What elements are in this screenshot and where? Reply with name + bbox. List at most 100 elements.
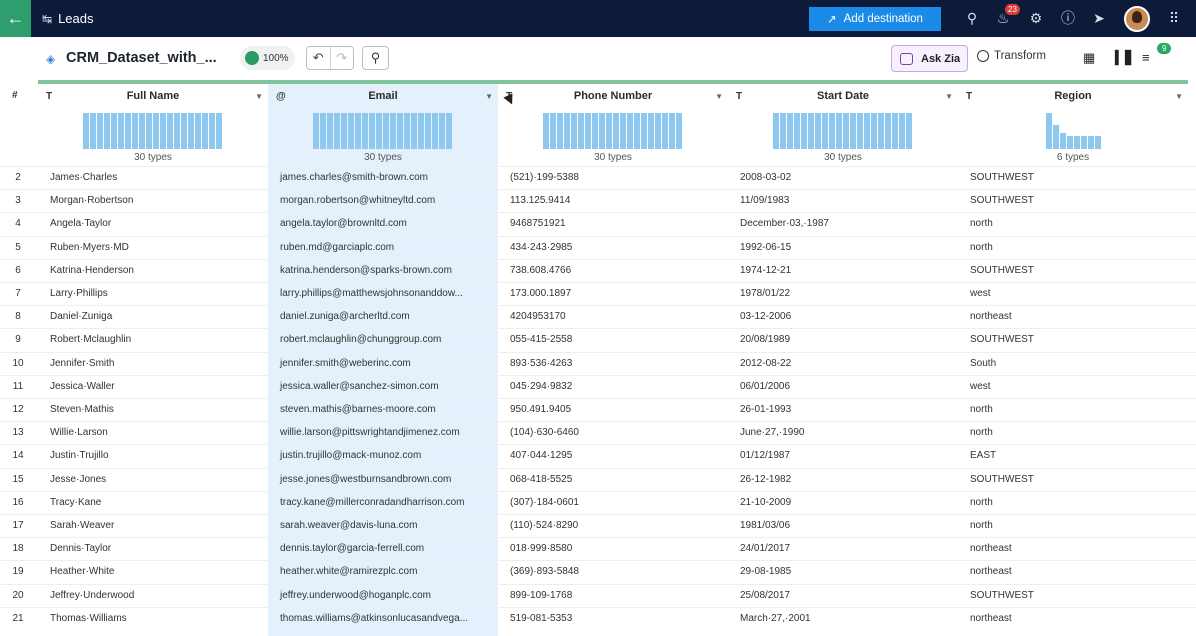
chevron-down-icon[interactable]: ▼	[1175, 92, 1183, 101]
cell-full-name[interactable]: Jessica·Waller	[50, 381, 115, 392]
cell-email[interactable]: robert.mclaughlin@chunggroup.com	[280, 334, 441, 345]
cell-email[interactable]: steven.mathis@barnes-moore.com	[280, 404, 436, 415]
cell-phone-number[interactable]: (104)·630-6460	[510, 427, 579, 438]
transform-button[interactable]: Transform	[977, 50, 1046, 62]
cell-region[interactable]: SOUTHWEST	[970, 195, 1034, 206]
cell-email[interactable]: morgan.robertson@whitneyltd.com	[280, 195, 435, 206]
cell-region[interactable]: northeast	[970, 543, 1012, 554]
cell-region[interactable]: SOUTHWEST	[970, 474, 1034, 485]
cell-region[interactable]: northeast	[970, 613, 1012, 624]
cell-email[interactable]: jesse.jones@westburnsandbrown.com	[280, 474, 451, 485]
cell-region[interactable]: SOUTHWEST	[970, 590, 1034, 601]
cell-full-name[interactable]: Heather·White	[50, 566, 114, 577]
cell-start-date[interactable]: 24/01/2017	[740, 543, 790, 554]
cell-start-date[interactable]: 20/08/1989	[740, 334, 790, 345]
cell-email[interactable]: angela.taylor@brownltd.com	[280, 218, 407, 229]
back-arrow-icon[interactable]: ←	[0, 0, 31, 37]
data-profile-icon[interactable]: ▦	[1083, 50, 1095, 66]
cell-email[interactable]: ruben.md@garciaplc.com	[280, 242, 394, 253]
cell-email[interactable]: jessica.waller@sanchez-simon.com	[280, 381, 439, 392]
cell-phone-number[interactable]: (369)·893-5848	[510, 566, 579, 577]
cell-start-date[interactable]: March·27,·2001	[740, 613, 811, 624]
help-icon[interactable]: ⓘ	[1059, 9, 1077, 27]
cell-start-date[interactable]: 26-12-1982	[740, 474, 791, 485]
avatar[interactable]	[1124, 6, 1150, 32]
cell-region[interactable]: north	[970, 520, 993, 531]
search-data-button[interactable]: ⚲	[362, 46, 389, 70]
cell-full-name[interactable]: Sarah·Weaver	[50, 520, 114, 531]
cell-full-name[interactable]: Daniel·Zuniga	[50, 311, 112, 322]
cell-email[interactable]: dennis.taylor@garcia-ferrell.com	[280, 543, 424, 554]
cell-phone-number[interactable]: 434·243·2985	[510, 242, 572, 253]
data-quality-badge[interactable]: 100%	[240, 46, 295, 70]
dataset-name[interactable]: CRM_Dataset_with_...	[66, 50, 217, 66]
cell-email[interactable]: sarah.weaver@davis-luna.com	[280, 520, 417, 531]
cell-full-name[interactable]: Katrina·Henderson	[50, 265, 134, 276]
redo-icon[interactable]: ↷	[329, 47, 354, 69]
cell-phone-number[interactable]: (307)·184-0601	[510, 497, 579, 508]
cell-start-date[interactable]: 26-01-1993	[740, 404, 791, 415]
cell-phone-number[interactable]: 899-109-1768	[510, 590, 572, 601]
bar-chart-icon[interactable]: ▍▋	[1115, 50, 1135, 66]
cell-region[interactable]: SOUTHWEST	[970, 172, 1034, 183]
cell-phone-number[interactable]: 519-081-5353	[510, 613, 572, 624]
chevron-down-icon[interactable]: ▼	[255, 92, 263, 101]
cell-start-date[interactable]: 1978/01/22	[740, 288, 790, 299]
cell-start-date[interactable]: 21-10-2009	[740, 497, 791, 508]
cell-phone-number[interactable]: 4204953170	[510, 311, 566, 322]
cell-region[interactable]: west	[970, 288, 991, 299]
apps-grid-icon[interactable]: ⠿	[1165, 9, 1183, 27]
add-destination-button[interactable]: ↗ Add destination	[809, 7, 941, 31]
column-histogram[interactable]	[773, 113, 912, 149]
cell-start-date[interactable]: 29-08-1985	[740, 566, 791, 577]
column-header-email[interactable]: @ Email ▼	[268, 86, 498, 106]
cell-region[interactable]: northeast	[970, 311, 1012, 322]
cell-email[interactable]: jeffrey.underwood@hoganplc.com	[280, 590, 431, 601]
ask-zia-button[interactable]: Ask Zia	[891, 45, 968, 72]
cell-full-name[interactable]: Tracy·Kane	[50, 497, 101, 508]
cell-start-date[interactable]: 1981/03/06	[740, 520, 790, 531]
cell-full-name[interactable]: Jeffrey·Underwood	[50, 590, 134, 601]
gear-icon[interactable]: ⚙	[1027, 9, 1045, 27]
cell-email[interactable]: larry.phillips@matthewsjohnsonanddow...	[280, 288, 463, 299]
cell-phone-number[interactable]: (110)·524·8290	[510, 520, 578, 531]
column-header-start-date[interactable]: T Start Date ▼	[728, 86, 958, 106]
chevron-down-icon[interactable]: ▼	[715, 92, 723, 101]
column-header-phone-number[interactable]: T Phone Number ▼	[498, 86, 728, 106]
data-type-icon[interactable]: T	[966, 91, 972, 102]
data-type-icon[interactable]: T	[46, 91, 52, 102]
cell-region[interactable]: South	[970, 358, 996, 369]
chevron-down-icon[interactable]: ▼	[945, 92, 953, 101]
cell-phone-number[interactable]: 950.491.9405	[510, 404, 571, 415]
cell-region[interactable]: SOUTHWEST	[970, 265, 1034, 276]
cell-start-date[interactable]: 11/09/1983	[740, 195, 789, 206]
cell-full-name[interactable]: Larry·Phillips	[50, 288, 108, 299]
cell-start-date[interactable]: 2008-03-02	[740, 172, 791, 183]
cell-start-date[interactable]: 1974-12-21	[740, 265, 791, 276]
cell-email[interactable]: thomas.williams@atkinsonlucasandvega...	[280, 613, 468, 624]
cell-phone-number[interactable]: 055-415-2558	[510, 334, 572, 345]
cell-region[interactable]: north	[970, 242, 993, 253]
column-header-full-name[interactable]: T Full Name ▼	[38, 86, 268, 106]
column-histogram[interactable]	[83, 113, 222, 149]
cell-region[interactable]: SOUTHWEST	[970, 334, 1034, 345]
cell-start-date[interactable]: 03-12-2006	[740, 311, 791, 322]
cell-phone-number[interactable]: 407·044·1295	[510, 450, 572, 461]
cell-start-date[interactable]: 25/08/2017	[740, 590, 790, 601]
cell-full-name[interactable]: James·Charles	[50, 172, 117, 183]
cell-region[interactable]: EAST	[970, 450, 996, 461]
cell-start-date[interactable]: 2012-08-22	[740, 358, 791, 369]
cell-email[interactable]: tracy.kane@millerconradandharrison.com	[280, 497, 465, 508]
cell-region[interactable]: west	[970, 381, 991, 392]
data-type-icon[interactable]: T	[736, 91, 742, 102]
cell-start-date[interactable]: 1992-06-15	[740, 242, 791, 253]
column-histogram[interactable]	[543, 113, 682, 149]
column-header-region[interactable]: T Region ▼	[958, 86, 1188, 106]
chevron-down-icon[interactable]: ▼	[485, 92, 493, 101]
cell-phone-number[interactable]: 9468751921	[510, 218, 566, 229]
cell-full-name[interactable]: Jennifer·Smith	[50, 358, 114, 369]
undo-icon[interactable]: ↶	[307, 47, 330, 69]
cell-email[interactable]: willie.larson@pittswrightandjimenez.com	[280, 427, 460, 438]
cell-email[interactable]: katrina.henderson@sparks-brown.com	[280, 265, 452, 276]
cell-region[interactable]: north	[970, 218, 993, 229]
